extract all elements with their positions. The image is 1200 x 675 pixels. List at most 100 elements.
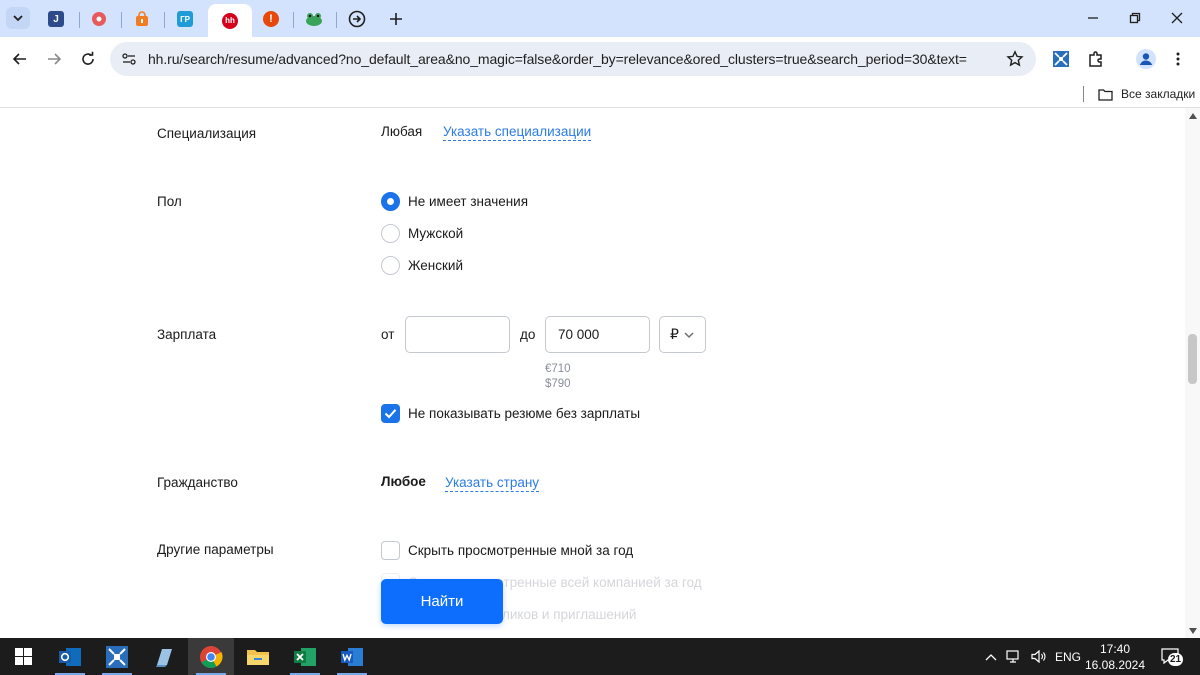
shopping-bag-icon <box>136 11 148 26</box>
gender-any-radio[interactable] <box>381 192 400 211</box>
reload-button[interactable] <box>76 47 100 71</box>
search-button[interactable]: Найти <box>381 579 503 624</box>
browser-toolbar: hh.ru/search/resume/advanced?no_default_… <box>0 37 1200 82</box>
network-icon <box>106 645 128 668</box>
salary-usd-conversion: $790 <box>545 378 571 390</box>
page-content: Специализация Любая Указать специализаци… <box>0 108 1185 638</box>
gender-label: Пол <box>157 194 182 209</box>
chevron-down-icon <box>684 331 694 338</box>
chevron-up-icon[interactable] <box>985 653 997 661</box>
close-icon <box>1171 12 1183 24</box>
salary-to-input[interactable]: 70 000 <box>545 316 650 353</box>
triangle-up-icon <box>1188 112 1197 119</box>
tab-frog[interactable] <box>294 6 334 32</box>
scroll-down-arrow[interactable] <box>1185 623 1200 638</box>
new-tab-button[interactable] <box>384 8 408 30</box>
profile-button[interactable] <box>1134 47 1158 71</box>
outlook-icon <box>59 647 81 666</box>
arrow-right-icon <box>48 53 62 65</box>
record-icon <box>92 12 106 26</box>
system-tray <box>985 638 1047 675</box>
gender-female-label[interactable]: Женский <box>408 258 463 273</box>
gr-icon: ГР <box>177 11 193 27</box>
more-vertical-icon <box>1176 52 1180 66</box>
word-icon <box>341 647 363 666</box>
hide-viewed-by-me-checkbox[interactable] <box>381 541 400 560</box>
gender-any-label[interactable]: Не имеет значения <box>408 194 528 209</box>
system-clock[interactable]: 17:40 16.08.2024 <box>1080 641 1150 673</box>
tab-hh-active[interactable]: hh <box>208 4 252 37</box>
specialization-link[interactable]: Указать специализации <box>443 124 592 141</box>
site-settings-icon[interactable] <box>121 51 137 67</box>
bookmarks-bar: Все закладки <box>0 82 1200 108</box>
salary-from-input[interactable] <box>405 316 510 353</box>
extension-network-button[interactable] <box>1049 47 1073 71</box>
tab-alert[interactable]: ! <box>251 6 291 32</box>
url-text[interactable]: hh.ru/search/resume/advanced?no_default_… <box>148 51 967 67</box>
reload-icon <box>82 51 94 65</box>
tab-gr[interactable]: ГР <box>165 6 205 32</box>
taskbar-word[interactable] <box>329 638 375 675</box>
currency-select[interactable]: ₽ <box>659 316 706 353</box>
salary-eur-conversion: €710 <box>545 363 571 375</box>
specialization-value: Любая <box>381 124 423 139</box>
bookmark-star-icon[interactable] <box>1006 50 1024 68</box>
tab-j[interactable]: J <box>36 6 76 32</box>
start-button[interactable] <box>0 638 46 675</box>
page-scrollbar[interactable] <box>1185 108 1200 638</box>
windows-logo-icon <box>14 648 32 665</box>
tab-arrow[interactable] <box>337 6 377 32</box>
puzzle-icon <box>1089 51 1102 67</box>
gender-male-radio[interactable] <box>381 224 400 243</box>
taskbar-network-tool[interactable] <box>94 638 140 675</box>
currency-value: ₽ <box>670 326 679 342</box>
specialization-label: Специализация <box>157 126 257 141</box>
back-button[interactable] <box>8 47 32 71</box>
clock-time: 17:40 <box>1099 642 1131 656</box>
taskbar-explorer[interactable] <box>235 638 281 675</box>
tab-search-button[interactable] <box>6 7 30 29</box>
all-bookmarks-label: Все закладки <box>1121 87 1196 101</box>
hide-no-salary-checkbox[interactable] <box>381 404 400 423</box>
arrow-circle-icon <box>348 10 366 28</box>
citizenship-label: Гражданство <box>157 475 238 490</box>
network-tray-icon[interactable] <box>1006 650 1022 663</box>
notepad-icon <box>156 648 172 667</box>
taskbar-chrome[interactable] <box>188 638 234 675</box>
address-bar[interactable]: hh.ru/search/resume/advanced?no_default_… <box>110 42 1036 76</box>
close-window-button[interactable] <box>1166 8 1188 28</box>
scroll-up-arrow[interactable] <box>1185 108 1200 123</box>
windows-taskbar: ENG 17:40 16.08.2024 21 <box>0 638 1200 675</box>
language-indicator[interactable]: ENG <box>1055 638 1081 675</box>
excel-icon <box>294 647 316 666</box>
other-params-label: Другие параметры <box>157 542 274 557</box>
volume-icon[interactable] <box>1031 650 1047 663</box>
salary-label: Зарплата <box>157 327 217 342</box>
notification-center-button[interactable]: 21 <box>1160 638 1184 675</box>
taskbar-notepad[interactable] <box>141 638 187 675</box>
tab-shop[interactable] <box>122 6 162 32</box>
tab-record[interactable] <box>79 6 119 32</box>
frog-icon <box>306 13 322 26</box>
taskbar-outlook[interactable] <box>47 638 93 675</box>
gender-female-radio[interactable] <box>381 256 400 275</box>
plus-icon <box>390 13 402 25</box>
minimize-icon <box>1088 17 1098 19</box>
notification-icon: 21 <box>1160 647 1184 667</box>
all-bookmarks-button[interactable]: Все закладки <box>1098 87 1195 101</box>
restore-button[interactable] <box>1124 8 1146 28</box>
forward-button[interactable] <box>42 47 66 71</box>
hide-no-salary-label[interactable]: Не показывать резюме без зарплаты <box>408 406 640 421</box>
browser-menu-button[interactable] <box>1166 47 1190 71</box>
scroll-thumb[interactable] <box>1188 334 1197 384</box>
citizenship-link[interactable]: Указать страну <box>445 475 540 492</box>
citizenship-value: Любое <box>381 474 426 489</box>
profile-avatar-icon <box>1136 49 1156 69</box>
gender-male-label[interactable]: Мужской <box>408 226 463 241</box>
folder-outline-icon <box>1098 88 1113 101</box>
extensions-button[interactable] <box>1084 47 1108 71</box>
hide-viewed-by-me-label[interactable]: Скрыть просмотренные мной за год <box>408 543 633 558</box>
taskbar-excel[interactable] <box>282 638 328 675</box>
chevron-down-icon <box>13 15 23 22</box>
minimize-button[interactable] <box>1082 8 1104 28</box>
